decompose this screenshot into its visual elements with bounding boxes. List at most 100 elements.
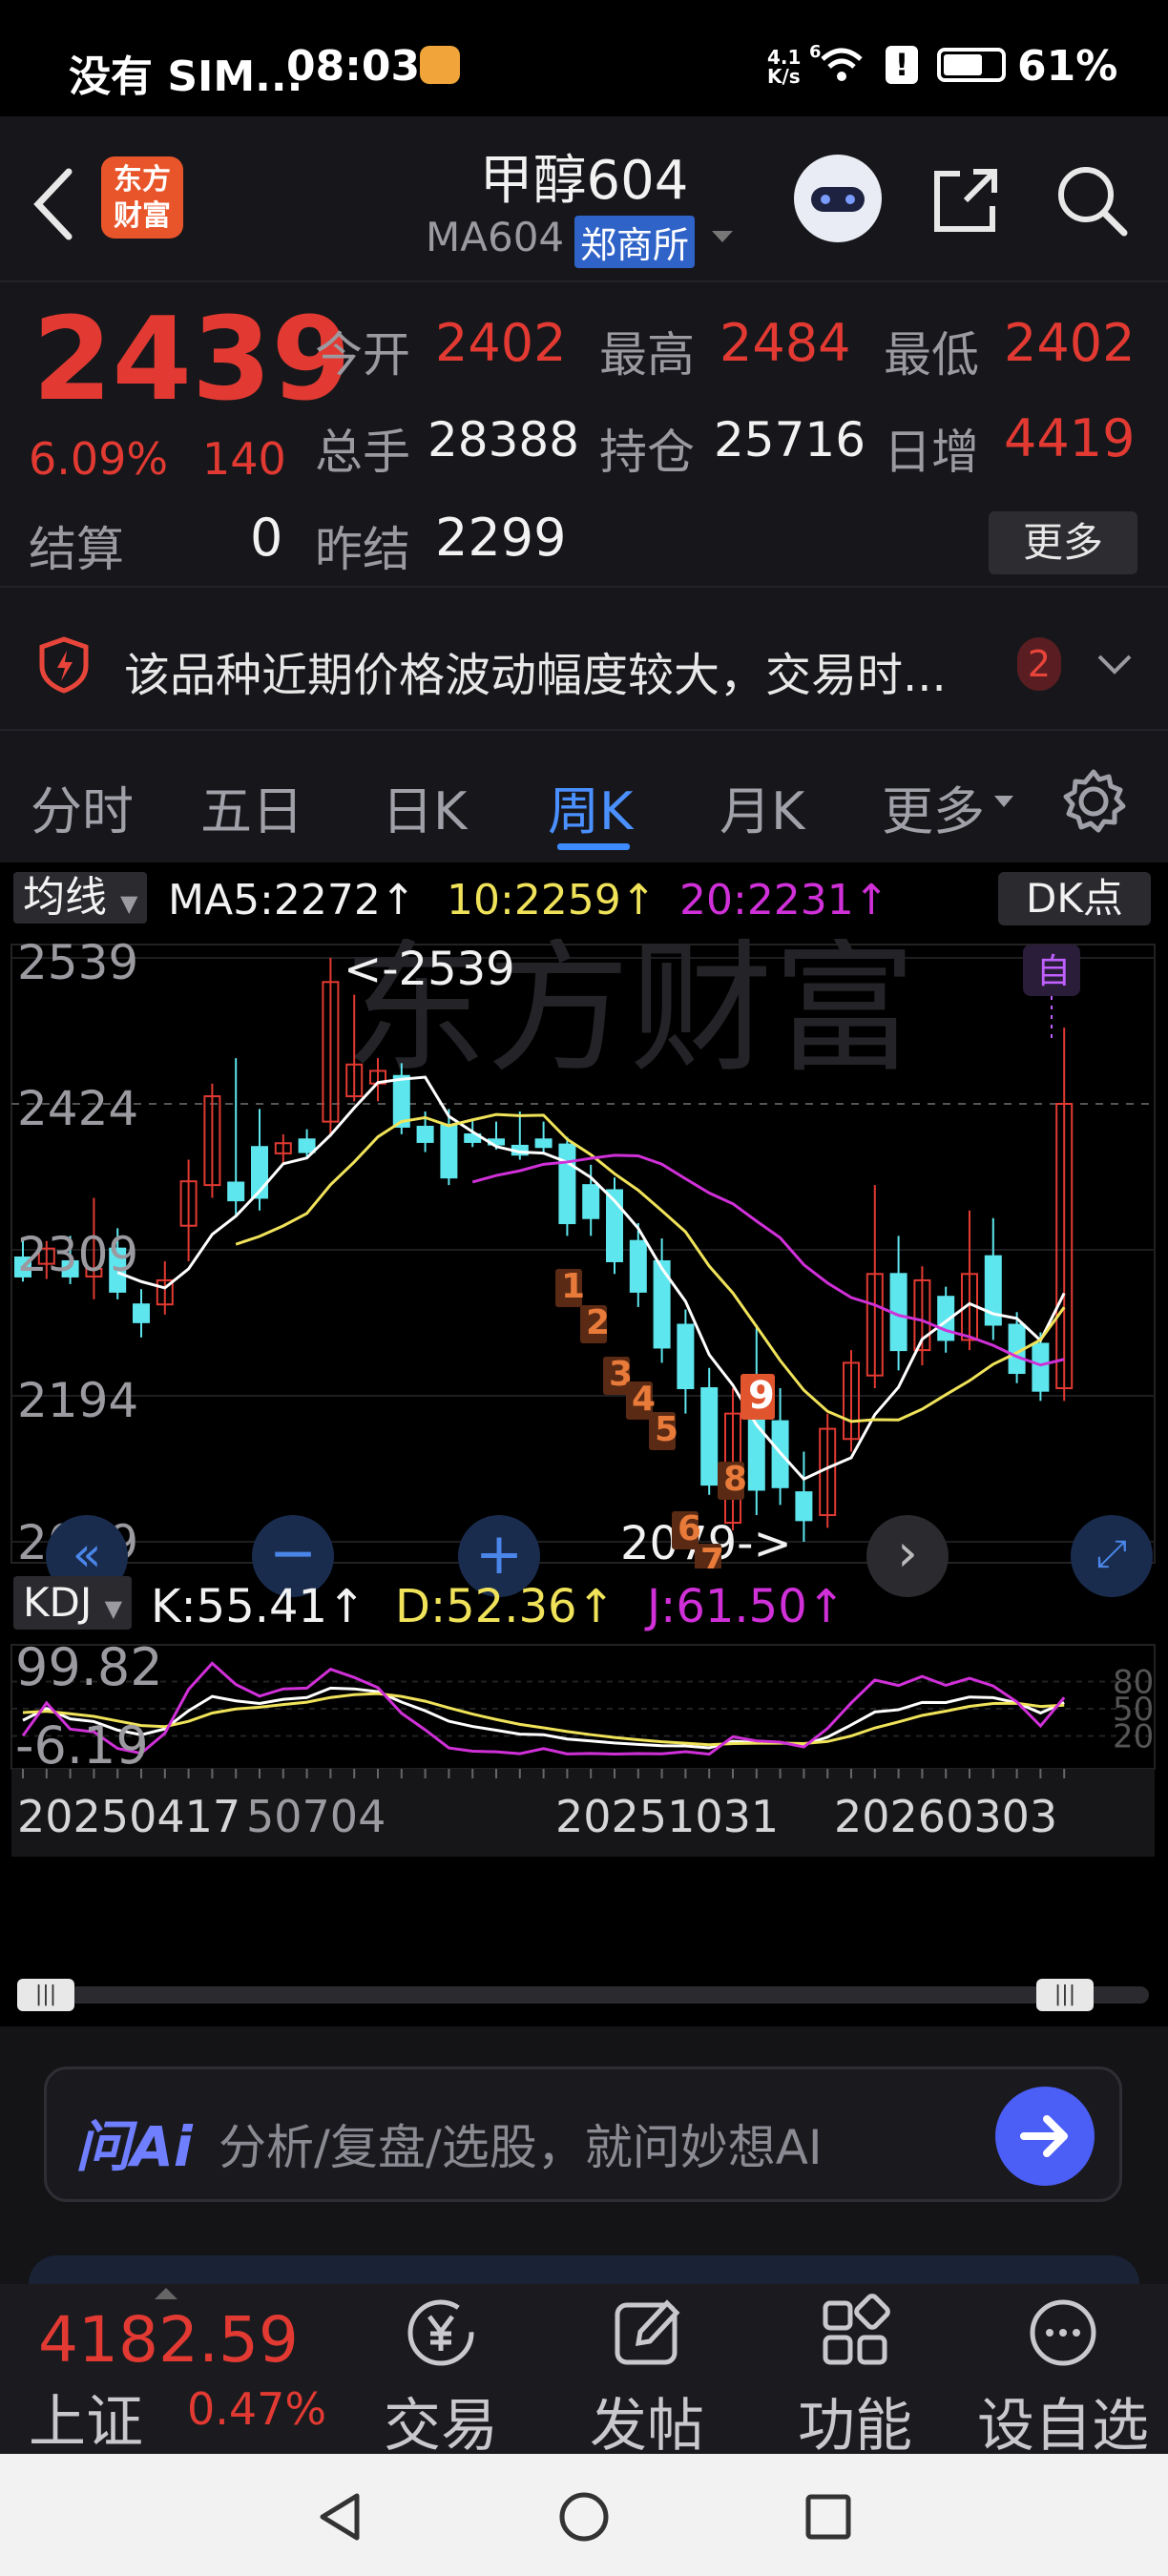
- nav-recents-icon[interactable]: [803, 2492, 853, 2542]
- tab-five-day[interactable]: 五日: [200, 769, 303, 844]
- oi-value: 25716: [714, 412, 866, 467]
- tab-more[interactable]: 更多: [882, 769, 985, 844]
- x-axis-label: 20260303: [834, 1791, 1057, 1842]
- gear-icon[interactable]: [1059, 767, 1128, 836]
- kdj-d-value: D:52.36↑: [395, 1580, 615, 1633]
- nav-post-label: 发帖: [590, 2393, 704, 2460]
- nav-add-watchlist[interactable]: 设自选: [968, 2290, 1158, 2460]
- contract-code: MA604: [426, 214, 565, 260]
- y-tick-label: 2194: [17, 1373, 138, 1428]
- risk-notice[interactable]: 该品种近期价格波动幅度较大，交易时... 2: [0, 586, 1168, 729]
- self-marker-label: 自: [1036, 952, 1071, 991]
- net-speed: 4.1 K/s: [767, 48, 801, 86]
- nav-functions[interactable]: 功能: [788, 2290, 922, 2460]
- ai-robot-icon[interactable]: [794, 155, 882, 242]
- shield-icon: [39, 636, 89, 694]
- slider-right-handle[interactable]: |||: [1036, 1979, 1094, 2011]
- ai-send-button[interactable]: [995, 2087, 1095, 2186]
- x-axis-label: 50704: [246, 1791, 386, 1842]
- change-percent: 6.09%: [29, 433, 169, 485]
- tab-monthly-k[interactable]: 月K: [720, 769, 804, 844]
- time-range-slider[interactable]: [19, 1986, 1149, 2004]
- system-nav-bar: [0, 2454, 1168, 2576]
- ai-query-input[interactable]: 问Ai 分析/复盘/选股，就问妙想AI: [44, 2067, 1122, 2202]
- candle-body: [558, 1143, 576, 1225]
- signal-label: 6: [809, 42, 822, 62]
- bottom-nav: 4182.59 上证 0.47% 交易 发帖 功能 设自选: [0, 2284, 1168, 2460]
- open-value: 2402: [435, 313, 567, 373]
- share-icon[interactable]: [928, 162, 1004, 239]
- td-count-label: 7: [700, 1542, 724, 1568]
- battery-percent: 61%: [1017, 42, 1118, 91]
- td-count-label: 2: [586, 1303, 610, 1342]
- chevron-up-icon[interactable]: [153, 2286, 179, 2301]
- edit-icon: [615, 2299, 680, 2365]
- max-price-label: <-2539: [344, 943, 515, 996]
- high-label: 最高: [599, 327, 695, 383]
- sh-index-value[interactable]: 4182.59: [38, 2303, 299, 2377]
- kdj-k-value: K:55.41↑: [151, 1580, 366, 1633]
- td-count-label: 5: [655, 1410, 678, 1449]
- weibo-icon: [420, 46, 460, 84]
- caret-down-icon: ▼: [120, 890, 138, 917]
- ai-logo: 问Ai: [75, 2114, 193, 2179]
- tab-intraday[interactable]: 分时: [31, 769, 134, 844]
- sub-indicator-label: KDJ: [23, 1579, 93, 1626]
- ai-query-placeholder: 分析/复盘/选股，就问妙想AI: [219, 2120, 823, 2175]
- tab-weekly-k[interactable]: 周K: [548, 769, 633, 844]
- td-count-label: 9: [748, 1374, 775, 1418]
- exchange-badge: 郑商所: [574, 216, 696, 268]
- x-axis-label: 20250417: [17, 1791, 240, 1842]
- nav-back-icon[interactable]: [315, 2490, 365, 2544]
- alert-icon: !: [886, 46, 918, 84]
- dk-point-button[interactable]: DK点: [998, 872, 1151, 925]
- high-value: 2484: [720, 313, 851, 373]
- tab-daily-k[interactable]: 日K: [382, 769, 467, 844]
- ai-assistant-section: 问Ai 分析/复盘/选股，就问妙想AI: [0, 2026, 1168, 2294]
- sh-index-change: 0.47%: [187, 2383, 327, 2435]
- nav-add-watchlist-label: 设自选: [977, 2393, 1149, 2460]
- open-label: 今开: [315, 327, 410, 383]
- notice-count-badge: 2: [1017, 637, 1061, 691]
- prev-settle-label: 昨结: [315, 522, 410, 577]
- y-tick-label: 2539: [17, 939, 138, 990]
- kdj-right-tick: 20: [1113, 1718, 1154, 1756]
- kdj-frame: [10, 1644, 1156, 1770]
- more-button[interactable]: 更多: [989, 511, 1137, 574]
- header: 东方 财富 甲醇604 MA604 郑商所: [0, 116, 1168, 280]
- sub-indicator-select[interactable]: KDJ ▼: [13, 1576, 133, 1630]
- price-chart[interactable]: 东方财富 25392424230921942079<-25392079->123…: [0, 939, 1168, 1568]
- nav-post[interactable]: 发帖: [580, 2290, 714, 2460]
- caret-down-icon: [994, 796, 1013, 807]
- nav-trade-label: 交易: [384, 2393, 498, 2460]
- period-tabs: 分时 五日 日K 周K 月K 更多: [0, 729, 1168, 862]
- candle-body: [1032, 1342, 1050, 1392]
- chevron-down-icon[interactable]: [1095, 651, 1134, 679]
- indicator-select[interactable]: 均线 ▼: [13, 872, 148, 924]
- prev-settle-value: 2299: [435, 508, 567, 568]
- active-tab-indicator: [557, 843, 630, 850]
- fullscreen-button[interactable]: ⤢: [1071, 1515, 1153, 1597]
- play-next-button[interactable]: ›: [866, 1515, 949, 1597]
- wifi-icon: [821, 48, 863, 81]
- candle-body: [392, 1074, 410, 1128]
- candle-body: [416, 1125, 434, 1143]
- kdj-chart[interactable]: 80502099.82-6.1920250417 50704 20251031 202…: [0, 1639, 1168, 1859]
- candle-body: [629, 1239, 647, 1293]
- kdj-bottom-label: -6.19: [15, 1715, 149, 1776]
- slider-left-handle[interactable]: |||: [17, 1979, 74, 2011]
- ma10-value: 10:2259↑: [447, 876, 657, 924]
- volume-value: 28388: [428, 412, 580, 467]
- net-speed-unit: K/s: [767, 65, 801, 88]
- search-icon[interactable]: [1053, 162, 1130, 239]
- kdj-top-label: 99.82: [15, 1639, 163, 1697]
- last-price: 2439: [32, 294, 351, 426]
- chevron-down-icon[interactable]: [708, 227, 737, 246]
- nav-trade[interactable]: 交易: [374, 2290, 508, 2460]
- y-tick-label: 2309: [17, 1227, 138, 1282]
- candle-body: [298, 1138, 316, 1153]
- volume-label: 总手: [315, 425, 410, 480]
- low-label: 最低: [884, 327, 979, 383]
- nav-home-icon[interactable]: [557, 2490, 611, 2544]
- td-count-label: 8: [723, 1460, 747, 1499]
